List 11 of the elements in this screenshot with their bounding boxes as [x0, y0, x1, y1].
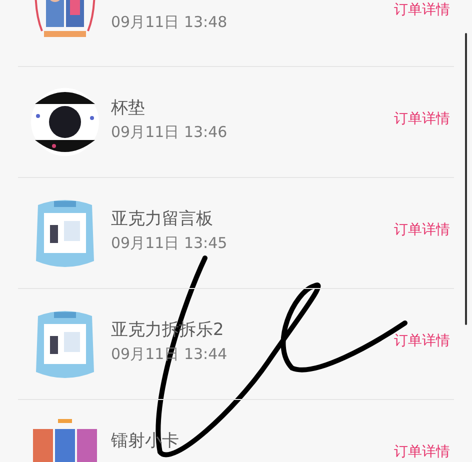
order-details-link[interactable]: 订单详情 — [394, 333, 450, 349]
order-time: 09月11日 13:45 — [111, 234, 228, 252]
product-title: 亚克力留言板 — [111, 209, 214, 229]
order-details-link[interactable]: 订单详情 — [394, 2, 450, 18]
order-details-link[interactable]: 订单详情 — [394, 111, 450, 127]
order-time: 09月11日 13:46 — [111, 123, 228, 141]
order-details-link[interactable]: 订单详情 — [394, 444, 450, 460]
order-details-link[interactable]: 订单详情 — [394, 222, 450, 238]
product-title: 杯垫 — [111, 98, 146, 118]
order-time: 09月11日 13:48 — [111, 13, 228, 31]
order-time: 09月11日 13:44 — [111, 345, 228, 363]
